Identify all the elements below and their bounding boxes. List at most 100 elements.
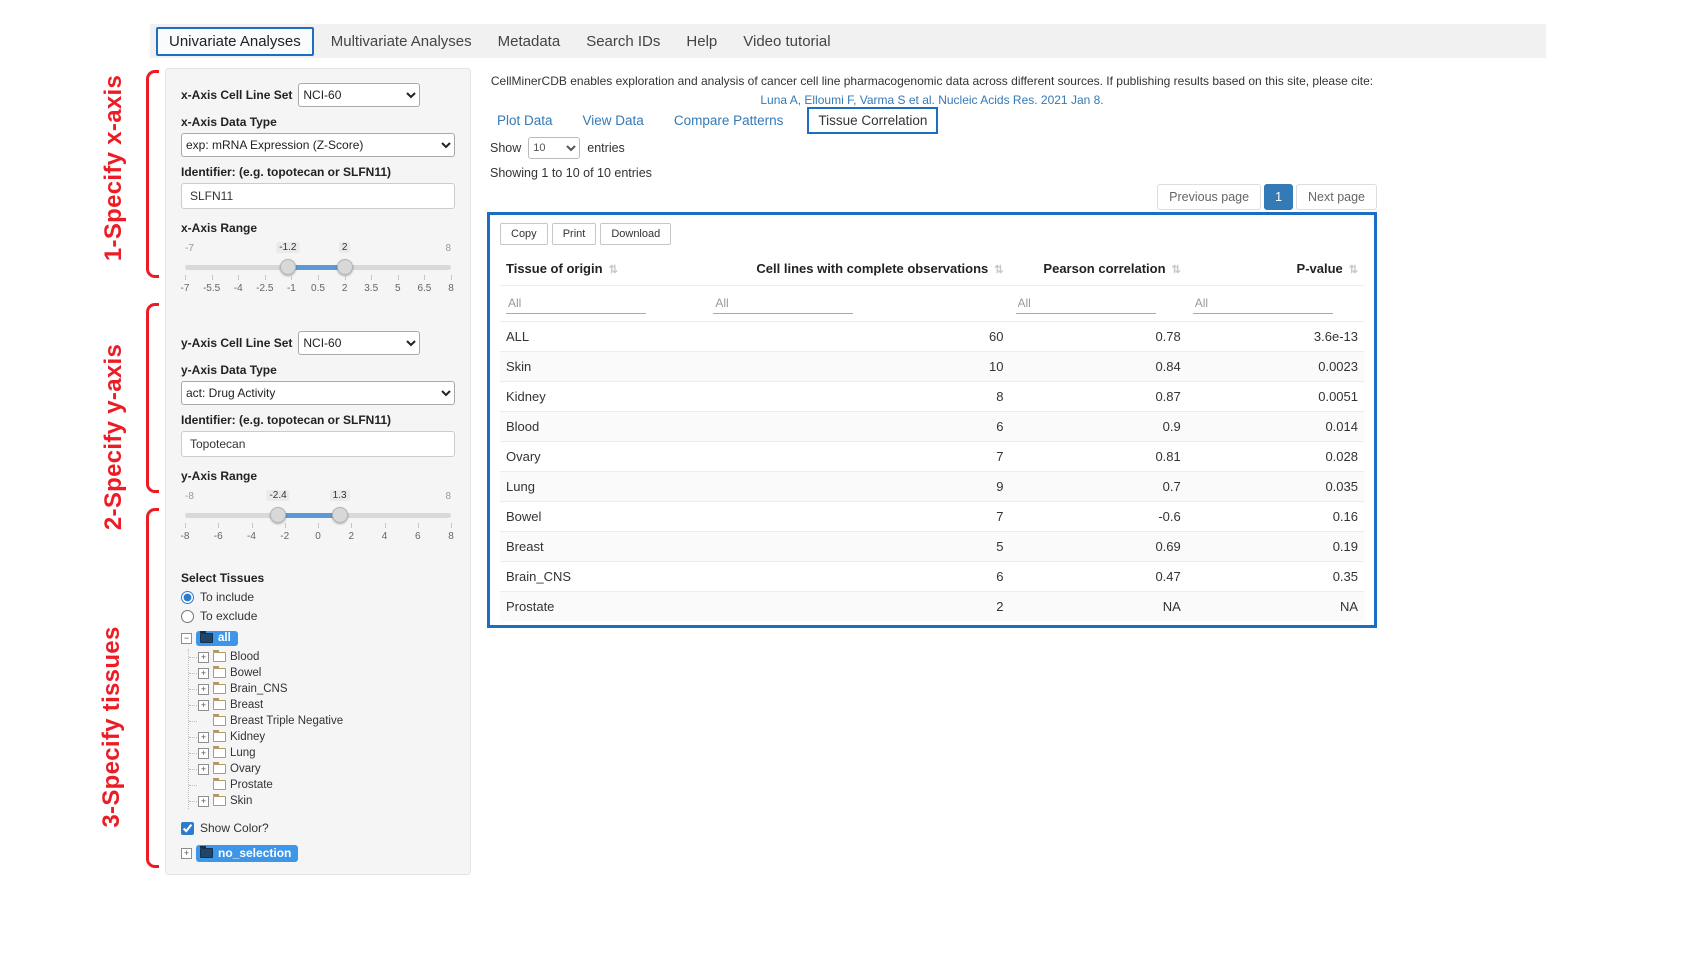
- column-header-tissue-of-origin[interactable]: Tissue of origin⇅: [500, 253, 707, 286]
- expand-icon[interactable]: [198, 684, 209, 695]
- tree-node-label[interactable]: Ovary: [230, 763, 261, 775]
- x-axis-range-slider[interactable]: -78-1.22-7-5.5-4-2.5-10.523.556.58: [185, 257, 451, 307]
- tab-tissue-correlation[interactable]: Tissue Correlation: [807, 107, 938, 134]
- expand-icon[interactable]: [198, 764, 209, 775]
- tissues-exclude-option[interactable]: To exclude: [181, 609, 455, 623]
- annotation-step2-bracket: [146, 303, 159, 493]
- table-row-ovary[interactable]: Ovary70.810.028: [500, 442, 1364, 472]
- previous-page-button[interactable]: Previous page: [1157, 184, 1261, 210]
- tree-node-label[interactable]: Prostate: [230, 779, 273, 791]
- slider-tick: [238, 275, 239, 280]
- column-header-p-value[interactable]: P-value⇅: [1187, 253, 1364, 286]
- tree-node-ovary[interactable]: Ovary: [189, 761, 455, 777]
- exclude-radio[interactable]: [181, 610, 194, 623]
- sort-icon[interactable]: ⇅: [1172, 264, 1181, 276]
- show-color-control[interactable]: Show Color?: [181, 821, 455, 835]
- tree-node-lung[interactable]: Lung: [189, 745, 455, 761]
- tree-node-label[interactable]: Lung: [230, 747, 256, 759]
- tree-node-no-selection[interactable]: no_selection: [181, 845, 455, 862]
- table-row-skin[interactable]: Skin100.840.0023: [500, 352, 1364, 382]
- tissues-include-option[interactable]: To include: [181, 590, 455, 604]
- table-row-breast[interactable]: Breast50.690.19: [500, 532, 1364, 562]
- tab-view-data[interactable]: View Data: [583, 113, 644, 128]
- nav-tab-metadata[interactable]: Metadata: [485, 27, 574, 56]
- slider-tick-label: 4: [382, 531, 388, 542]
- folder-icon: [213, 764, 226, 774]
- tree-node-brain-cns[interactable]: Brain_CNS: [189, 681, 455, 697]
- filter-input-pearson-correlation[interactable]: [1016, 293, 1156, 314]
- x-axis-identifier-input[interactable]: [181, 183, 455, 209]
- sort-icon[interactable]: ⇅: [609, 264, 618, 276]
- tree-node-prostate[interactable]: Prostate: [189, 777, 455, 793]
- x-axis-data-type-select[interactable]: exp: mRNA Expression (Z-Score): [181, 133, 455, 157]
- tree-node-all-badge[interactable]: all: [196, 631, 238, 646]
- table-row-kidney[interactable]: Kidney80.870.0051: [500, 382, 1364, 412]
- tree-node-breast[interactable]: Breast: [189, 697, 455, 713]
- tree-node-no-selection-badge[interactable]: no_selection: [196, 845, 298, 862]
- print-button[interactable]: Print: [552, 223, 597, 245]
- show-color-checkbox[interactable]: [181, 822, 194, 835]
- expand-icon[interactable]: [198, 796, 209, 807]
- sort-icon[interactable]: ⇅: [994, 264, 1003, 276]
- slider-tick: [418, 523, 419, 528]
- expand-icon[interactable]: [198, 668, 209, 679]
- table-row-bowel[interactable]: Bowel7-0.60.16: [500, 502, 1364, 532]
- nav-tab-search-ids[interactable]: Search IDs: [573, 27, 673, 56]
- expand-icon[interactable]: [198, 732, 209, 743]
- slider-min-label: -8: [185, 491, 194, 502]
- column-header-cell-lines-with-complete-observations[interactable]: Cell lines with complete observations⇅: [707, 253, 1009, 286]
- tab-compare-patterns[interactable]: Compare Patterns: [674, 113, 784, 128]
- nav-tab-multivariate-analyses[interactable]: Multivariate Analyses: [318, 27, 485, 56]
- nav-tab-video-tutorial[interactable]: Video tutorial: [730, 27, 843, 56]
- column-header-pearson-correlation[interactable]: Pearson correlation⇅: [1010, 253, 1187, 286]
- tree-node-breast-triple-negative[interactable]: Breast Triple Negative: [189, 713, 455, 729]
- expand-icon[interactable]: [198, 748, 209, 759]
- download-button[interactable]: Download: [600, 223, 671, 245]
- tree-node-label[interactable]: Breast: [230, 699, 263, 711]
- y-axis-cell-line-set-select[interactable]: NCI-60: [298, 331, 420, 355]
- tree-node-label[interactable]: Bowel: [230, 667, 261, 679]
- spacer: [181, 307, 455, 331]
- expand-icon[interactable]: [198, 652, 209, 663]
- table-row-brain-cns[interactable]: Brain_CNS60.470.35: [500, 562, 1364, 592]
- tree-node-label[interactable]: Brain_CNS: [230, 683, 288, 695]
- filter-input-cell-lines-with-complete-observations[interactable]: [713, 293, 853, 314]
- tab-plot-data[interactable]: Plot Data: [497, 113, 553, 128]
- tree-node-label[interactable]: Blood: [230, 651, 259, 663]
- tree-node-blood[interactable]: Blood: [189, 649, 455, 665]
- tree-node-bowel[interactable]: Bowel: [189, 665, 455, 681]
- y-axis-range-slider[interactable]: -88-2.41.3-8-6-4-202468: [185, 505, 451, 555]
- collapse-icon[interactable]: [181, 633, 192, 644]
- annotation-step1-bracket: [146, 70, 159, 278]
- tree-node-all[interactable]: all: [181, 629, 455, 647]
- page-length-select[interactable]: 10: [528, 137, 580, 159]
- table-row-prostate[interactable]: Prostate2NANA: [500, 592, 1364, 622]
- table-row-all[interactable]: ALL600.783.6e-13: [500, 322, 1364, 352]
- citation-link[interactable]: Luna A, Elloumi F, Varma S et al. Nuclei…: [760, 93, 1103, 107]
- sort-icon[interactable]: ⇅: [1349, 264, 1358, 276]
- include-radio[interactable]: [181, 591, 194, 604]
- page-1-button[interactable]: 1: [1264, 184, 1293, 210]
- tree-node-label[interactable]: Breast Triple Negative: [230, 715, 343, 727]
- folder-icon: [213, 684, 226, 694]
- slider-grid: -7-5.5-4-2.5-10.523.556.58: [185, 272, 451, 300]
- tree-node-label[interactable]: Skin: [230, 795, 252, 807]
- next-page-button[interactable]: Next page: [1296, 184, 1377, 210]
- folder-icon: [213, 732, 226, 742]
- slider-active-bar: [278, 513, 340, 518]
- filter-input-p-value[interactable]: [1193, 293, 1333, 314]
- expand-icon[interactable]: [181, 848, 192, 859]
- nav-tab-help[interactable]: Help: [673, 27, 730, 56]
- tree-node-kidney[interactable]: Kidney: [189, 729, 455, 745]
- nav-tab-univariate-analyses[interactable]: Univariate Analyses: [156, 27, 314, 56]
- expand-icon[interactable]: [198, 700, 209, 711]
- tree-node-skin[interactable]: Skin: [189, 793, 455, 809]
- x-axis-cell-line-set-select[interactable]: NCI-60: [298, 83, 420, 107]
- filter-input-tissue-of-origin[interactable]: [506, 293, 646, 314]
- copy-button[interactable]: Copy: [500, 223, 548, 245]
- table-row-blood[interactable]: Blood60.90.014: [500, 412, 1364, 442]
- y-axis-identifier-input[interactable]: [181, 431, 455, 457]
- tree-node-label[interactable]: Kidney: [230, 731, 265, 743]
- table-row-lung[interactable]: Lung90.70.035: [500, 472, 1364, 502]
- y-axis-data-type-select[interactable]: act: Drug Activity: [181, 381, 455, 405]
